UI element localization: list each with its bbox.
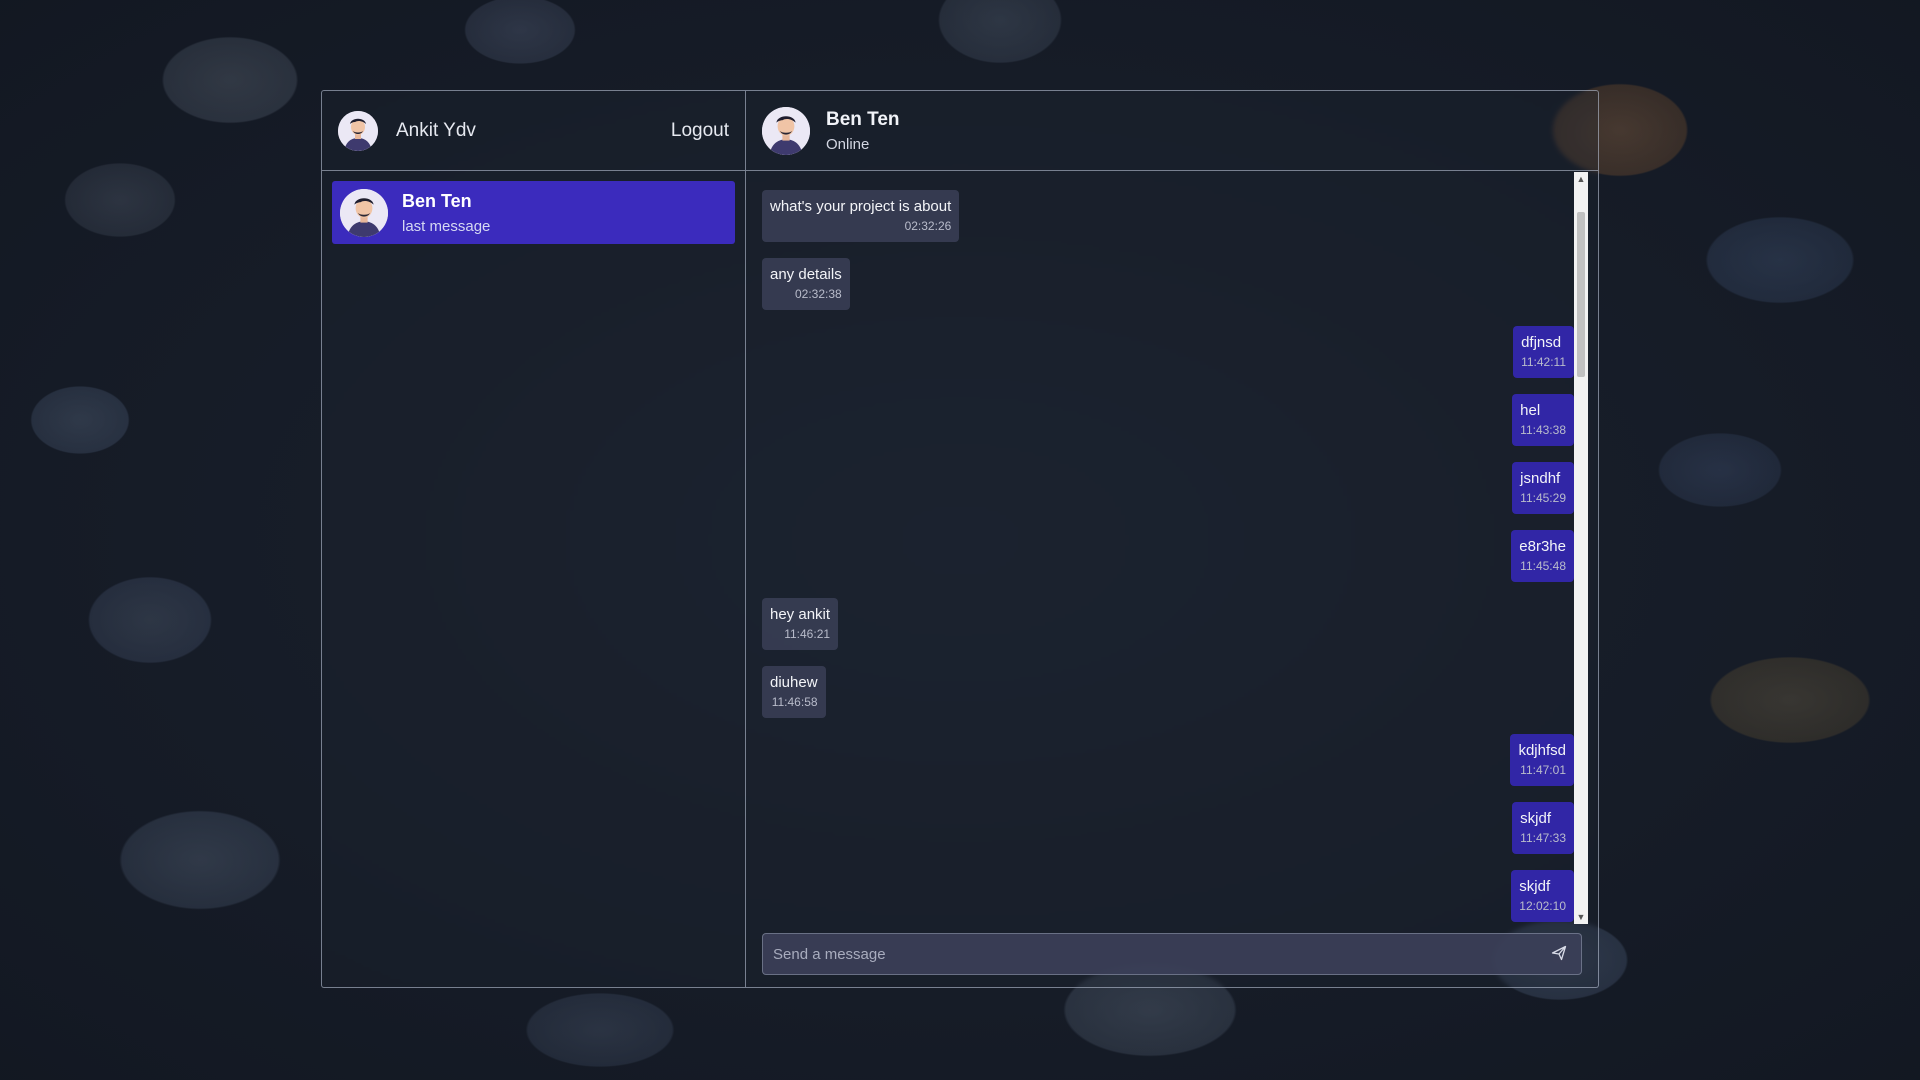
outgoing-message-bubble: jsndhf 11:45:29 — [1512, 462, 1574, 514]
chat-contact-avatar-icon — [762, 106, 810, 155]
contact-text: Ben Ten last message — [402, 191, 490, 235]
incoming-message-bubble: any details 02:32:38 — [762, 258, 850, 310]
message-text: diuhew — [770, 674, 818, 691]
contact-last-message: last message — [402, 217, 491, 235]
outgoing-message-bubble: e8r3he 11:45:48 — [1511, 530, 1574, 582]
message-row: e8r3he 11:45:48 — [762, 530, 1574, 598]
message-text: skjdf — [1519, 878, 1551, 895]
message-scrollbar[interactable]: ▲ ▼ — [1574, 172, 1588, 924]
message-input[interactable] — [773, 945, 1547, 963]
contact-item-ben-ten[interactable]: Ben Ten last message — [332, 181, 735, 244]
send-icon — [1551, 945, 1567, 964]
message-row: skjdf 12:02:10 — [762, 870, 1574, 938]
scrollbar-thumb[interactable] — [1577, 212, 1585, 377]
chat-app-window: Ankit Ydv Logout Ben Ten last message Be… — [321, 90, 1599, 988]
chat-header: Ben Ten Online — [746, 91, 1598, 171]
message-row: hel 11:43:38 — [762, 394, 1574, 462]
message-text: skjdf — [1520, 810, 1552, 827]
message-area[interactable]: what's your project is about 02:32:26 an… — [746, 172, 1598, 924]
message-time: 11:47:01 — [1520, 763, 1566, 777]
message-time: 11:47:33 — [1520, 831, 1566, 845]
message-text: hey ankit — [770, 606, 831, 623]
outgoing-message-bubble: skjdf 11:47:33 — [1512, 802, 1574, 854]
message-row: what's your project is about 02:32:26 — [762, 190, 1574, 258]
sidebar: Ankit Ydv Logout Ben Ten last message — [322, 91, 746, 987]
message-text: any details — [770, 266, 842, 283]
message-time: 12:02:10 — [1519, 899, 1566, 913]
message-time: 11:43:38 — [1520, 423, 1566, 437]
message-text: hel — [1520, 402, 1541, 419]
message-row: any details 02:32:38 — [762, 258, 1574, 326]
incoming-message-bubble: what's your project is about 02:32:26 — [762, 190, 960, 242]
message-row: kdjhfsd 11:47:01 — [762, 734, 1574, 802]
message-row: diuhew 11:46:58 — [762, 666, 1574, 734]
chat-header-text: Ben Ten Online — [826, 109, 900, 153]
contact-list: Ben Ten last message — [322, 171, 745, 254]
user-avatar-icon — [338, 110, 378, 151]
sidebar-header: Ankit Ydv Logout — [322, 91, 745, 171]
scroll-down-arrow-icon[interactable]: ▼ — [1574, 910, 1588, 924]
message-row: skjdf 11:47:33 — [762, 802, 1574, 870]
chat-contact-name: Ben Ten — [826, 108, 900, 130]
send-button[interactable] — [1547, 942, 1571, 966]
message-text: what's your project is about — [770, 198, 952, 215]
message-time: 11:42:11 — [1521, 355, 1566, 369]
outgoing-message-bubble: skjdf 12:02:10 — [1511, 870, 1574, 922]
message-time: 11:45:48 — [1520, 559, 1566, 573]
message-composer — [762, 933, 1582, 975]
message-row: jsndhf 11:45:29 — [762, 462, 1574, 530]
scroll-up-arrow-icon[interactable]: ▲ — [1574, 172, 1588, 186]
current-user-name: Ankit Ydv — [396, 119, 476, 141]
chat-contact-status: Online — [826, 135, 870, 153]
outgoing-message-bubble: dfjnsd 11:42:11 — [1513, 326, 1574, 378]
message-time: 11:46:58 — [771, 695, 818, 709]
message-list: what's your project is about 02:32:26 an… — [762, 172, 1574, 924]
message-text: jsndhf — [1520, 470, 1561, 487]
message-text: kdjhfsd — [1518, 742, 1566, 759]
chat-pane: Ben Ten Online what's your project is ab… — [746, 91, 1598, 987]
message-time: 11:45:29 — [1520, 491, 1566, 505]
message-time: 02:32:38 — [795, 287, 842, 301]
contact-name: Ben Ten — [402, 190, 472, 211]
logout-button[interactable]: Logout — [671, 120, 729, 142]
contact-avatar-icon — [340, 188, 388, 237]
incoming-message-bubble: diuhew 11:46:58 — [762, 666, 826, 718]
outgoing-message-bubble: hel 11:43:38 — [1512, 394, 1574, 446]
message-text: dfjnsd — [1521, 334, 1562, 351]
incoming-message-bubble: hey ankit 11:46:21 — [762, 598, 839, 650]
message-time: 02:32:26 — [904, 219, 952, 233]
message-row: dfjnsd 11:42:11 — [762, 326, 1574, 394]
message-row: hey ankit 11:46:21 — [762, 598, 1574, 666]
outgoing-message-bubble: kdjhfsd 11:47:01 — [1510, 734, 1574, 786]
message-time: 11:46:21 — [784, 627, 831, 641]
message-text: e8r3he — [1519, 538, 1566, 555]
